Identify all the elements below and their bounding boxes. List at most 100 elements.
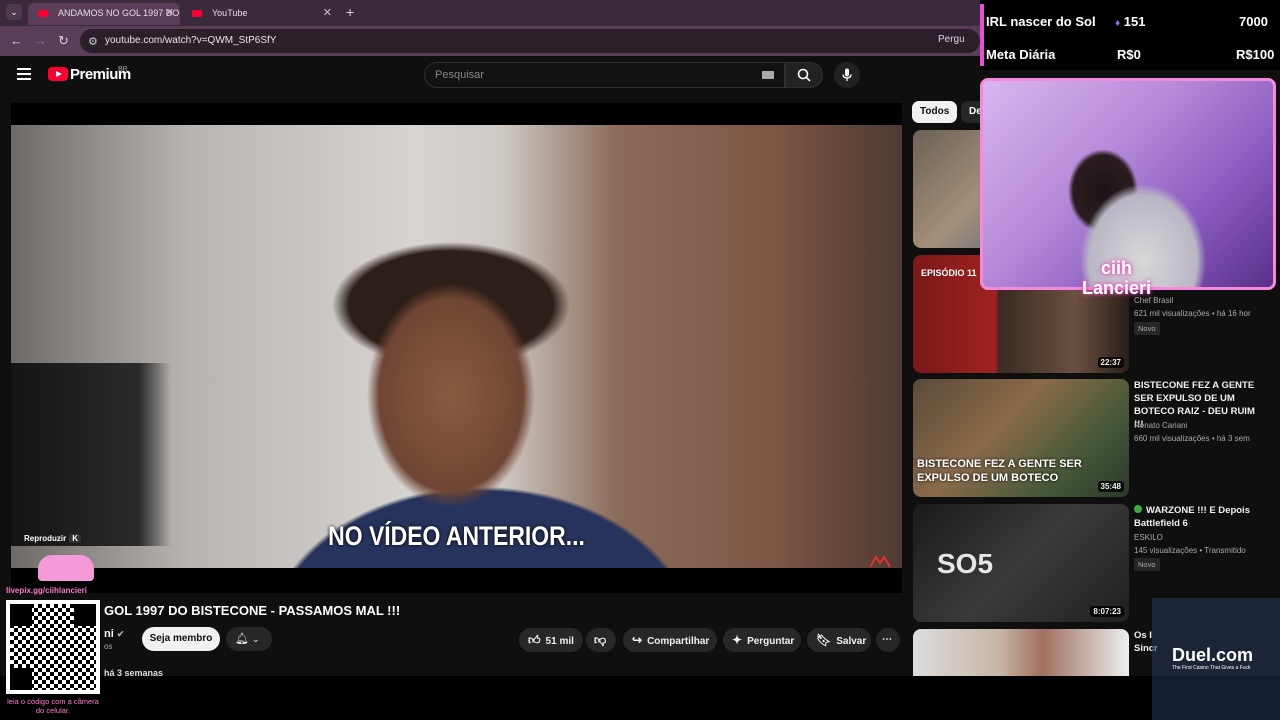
tab-title: YouTube — [212, 8, 248, 18]
ask-label: Perguntar — [747, 636, 795, 647]
video-player[interactable]: NO VÍDEO ANTERIOR... — [11, 103, 902, 593]
menu-icon[interactable] — [17, 68, 31, 80]
microphone-icon — [842, 68, 852, 81]
ask-button[interactable]: ✦ Perguntar — [723, 628, 801, 652]
thumbnail-text: EPISÓDIO 11 — [921, 268, 977, 278]
goal1-label: IRL nascer do Sol — [986, 14, 1096, 29]
related-channel[interactable]: ESKILO — [1134, 533, 1274, 542]
related-channel[interactable]: Chef Brasil — [1134, 296, 1274, 305]
share-button[interactable]: ↪ Compartilhar — [623, 628, 717, 652]
browser-tab-bar: ⌄ ANDAMOS NO GOL 1997 DO BISTECONE ✕ You… — [0, 0, 980, 26]
donation-qr-code — [6, 600, 100, 694]
subscriber-icon: ♦ — [1115, 18, 1121, 29]
youtube-favicon-icon — [38, 10, 48, 17]
bell-icon: 🔔︎ — [235, 633, 249, 645]
reload-icon[interactable]: ↻ — [58, 33, 69, 49]
more-actions-button[interactable]: ⋯ — [876, 628, 900, 652]
close-tab-icon[interactable]: ✕ — [323, 3, 332, 23]
qr-caption: leia o código com a câmera do celular. — [7, 697, 99, 715]
related-meta: 145 visualizações • Transmitido — [1134, 546, 1246, 555]
bottom-overlay-strip — [0, 676, 1280, 720]
chevron-down-icon: ⌄ — [252, 634, 260, 644]
search-input[interactable]: Pesquisar — [424, 62, 785, 88]
tab-youtube[interactable]: YouTube ✕ — [182, 3, 338, 25]
search-placeholder: Pesquisar — [435, 69, 484, 81]
more-icon: ⋯ — [882, 634, 892, 645]
voice-search-button[interactable] — [834, 62, 860, 88]
chip-todos[interactable]: Todos — [912, 101, 958, 123]
goal2-label: Meta Diária — [986, 47, 1056, 62]
donation-link: livepix.gg/ciihlancieri — [6, 586, 87, 595]
close-tab-icon[interactable]: ✕ — [165, 3, 174, 23]
new-tab-button[interactable]: + — [346, 4, 354, 20]
youtube-logo-icon[interactable] — [48, 67, 68, 81]
goal1-current-text: 151 — [1123, 14, 1146, 29]
region-label: BR — [118, 66, 128, 73]
bookmark-icon: 🔖︎ — [816, 633, 832, 647]
channel-watermark-icon — [869, 555, 891, 568]
thumbs-down-icon: 👎︎ — [594, 633, 607, 647]
address-bar-row: ← → ↻ ⚙ youtube.com/watch?v=QWM_StP6SfY — [0, 26, 980, 56]
site-info-icon[interactable]: ⚙ — [88, 35, 98, 48]
new-badge: Novo — [1134, 558, 1160, 571]
play-hint-key: K — [69, 534, 82, 543]
goal1-target: 7000 — [1239, 14, 1268, 29]
video-title: GOL 1997 DO BISTECONE - PASSAMOS MAL !!! — [104, 603, 401, 618]
related-thumbnail[interactable]: SO5 8:07:23 — [913, 504, 1129, 622]
notification-bell-button[interactable]: 🔔︎ ⌄ — [226, 627, 272, 651]
join-button[interactable]: Seja membro — [142, 627, 220, 651]
back-icon[interactable]: ← — [10, 33, 23, 48]
share-icon: ↪ — [632, 633, 643, 647]
search-icon — [797, 68, 811, 82]
thumbnail-text: BISTECONE FEZ A GENTE SER EXPULSO DE UM … — [917, 458, 1082, 484]
like-button[interactable]: 👍︎ 51 mil — [519, 628, 583, 652]
tab-list-chevron-icon[interactable]: ⌄ — [6, 4, 22, 20]
related-channel[interactable]: Renato Cariani — [1134, 421, 1274, 430]
related-thumbnail[interactable] — [913, 629, 1129, 676]
play-hint-label: Reproduzir — [24, 534, 67, 543]
save-button[interactable]: 🔖︎ Salvar — [807, 628, 871, 652]
tab-title: ANDAMOS NO GOL 1997 DO BISTECONE — [58, 8, 180, 18]
search-button[interactable] — [785, 62, 823, 88]
verified-icon: ✔ — [116, 629, 125, 639]
goal2-target: R$100 — [1236, 47, 1275, 62]
sponsor-tagline: The First Casino That Gives a Fuck — [1172, 665, 1251, 671]
url-text: youtube.com/watch?v=QWM_StP6SfY — [105, 35, 277, 46]
sparkle-icon: ✦ — [732, 633, 743, 647]
share-label: Compartilhar — [647, 636, 710, 647]
youtube-favicon-icon — [192, 10, 202, 17]
goal2-current: R$0 — [1117, 47, 1141, 62]
pet-sticker — [38, 555, 94, 581]
channel-name[interactable]: ni ✔ — [104, 628, 124, 640]
related-title-text: WARZONE !!! E Depois Battlefield 6 — [1134, 505, 1250, 529]
streamer-name: ciih Lancieri — [1082, 258, 1151, 298]
related-meta: 660 mil visualizações • há 3 sem — [1134, 434, 1250, 443]
channel-name-text: ni — [104, 628, 114, 640]
dislike-button[interactable]: 👎︎ — [586, 628, 616, 652]
video-duration: 22:37 — [1097, 357, 1124, 368]
thumbnail-text: SO5 — [937, 548, 994, 579]
streamer-name-line2: Lancieri — [1082, 278, 1152, 298]
thumbs-up-icon: 👍︎ — [528, 633, 541, 647]
video-frame-shadow — [11, 363, 171, 546]
related-title[interactable]: WARZONE !!! E Depois Battlefield 6 — [1134, 504, 1256, 530]
video-duration: 35:48 — [1097, 481, 1124, 492]
streamer-name-line1: ciih — [1101, 258, 1133, 278]
extension-button[interactable]: Pergu — [938, 34, 965, 45]
save-label: Salvar — [836, 636, 867, 647]
qr-pattern — [10, 604, 96, 690]
subscriber-count: os — [104, 642, 113, 651]
goal1-current: ♦ 151 — [1115, 14, 1145, 29]
keyboard-icon[interactable] — [762, 71, 774, 79]
video-duration: 8:07:23 — [1090, 606, 1124, 617]
related-thumbnail[interactable]: BISTECONE FEZ A GENTE SER EXPULSO DE UM … — [913, 379, 1129, 497]
url-field[interactable]: ⚙ youtube.com/watch?v=QWM_StP6SfY — [80, 29, 980, 53]
forward-icon[interactable]: → — [34, 33, 47, 48]
goal-accent-bar — [980, 4, 984, 66]
tab-youtube-video[interactable]: ANDAMOS NO GOL 1997 DO BISTECONE ✕ — [28, 3, 180, 25]
play-shortcut-hint: Reproduzir K — [24, 534, 82, 543]
related-meta: 621 mil visualizações • há 16 hor — [1134, 309, 1251, 318]
sponsor-logo: Duel.com — [1172, 645, 1254, 665]
new-badge: Novo — [1134, 322, 1160, 335]
live-dot-icon — [1134, 505, 1142, 513]
